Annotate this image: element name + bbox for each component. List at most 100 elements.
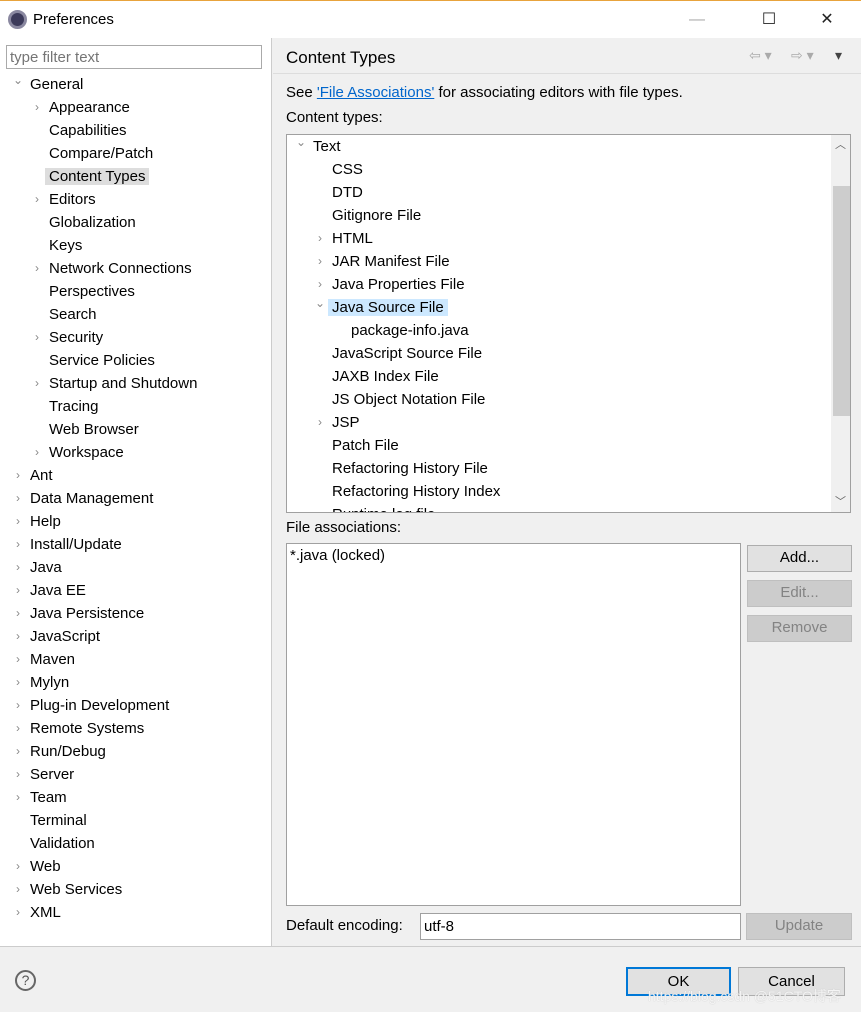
tree-item[interactable]: › Help [16, 510, 61, 533]
tree-item[interactable]: › Data Management [16, 487, 153, 510]
chevron-right-icon[interactable]: › [12, 533, 24, 556]
back-arrow-icon[interactable]: ⇦ ▾ [749, 47, 772, 64]
tree-item[interactable]: › HTML [318, 227, 373, 250]
chevron-right-icon[interactable]: › [31, 188, 43, 211]
tree-item[interactable]: › Maven [16, 648, 75, 671]
tree-item[interactable]: Perspectives [49, 280, 135, 303]
scrollbar-thumb[interactable] [833, 186, 850, 416]
chevron-down-icon[interactable]: ⌄ [295, 135, 307, 154]
chevron-right-icon[interactable]: › [12, 602, 24, 625]
tree-item[interactable]: ⌄ Text [296, 135, 341, 158]
tree-item[interactable]: › Server [16, 763, 74, 786]
tree-item[interactable]: › Java Properties File [318, 273, 465, 296]
chevron-right-icon[interactable]: › [12, 901, 24, 924]
tree-item[interactable]: Content Types [45, 165, 150, 188]
chevron-right-icon[interactable]: › [12, 763, 24, 786]
tree-item[interactable]: DTD [332, 181, 363, 204]
tree-item[interactable]: › Startup and Shutdown [35, 372, 197, 395]
tree-item[interactable]: › Run/Debug [16, 740, 106, 763]
close-button[interactable]: ✕ [804, 5, 850, 35]
tree-item[interactable]: › Java EE [16, 579, 86, 602]
tree-item[interactable]: ⌄ Java Source File [315, 296, 448, 319]
filter-input[interactable] [6, 45, 262, 69]
tree-item[interactable]: › JAR Manifest File [318, 250, 450, 273]
tree-item[interactable]: › Security [35, 326, 103, 349]
tree-item[interactable]: › Appearance [35, 96, 130, 119]
scroll-up-icon[interactable]: ︿ [831, 135, 850, 155]
tree-item[interactable]: › JavaScript [16, 625, 100, 648]
tree-item[interactable]: CSS [332, 158, 363, 181]
tree-item[interactable]: Validation [30, 832, 95, 855]
chevron-right-icon[interactable]: › [31, 96, 43, 119]
chevron-right-icon[interactable]: › [31, 257, 43, 280]
chevron-right-icon[interactable]: › [12, 487, 24, 510]
tree-item[interactable]: › Editors [35, 188, 96, 211]
tree-item[interactable]: JavaScript Source File [332, 342, 482, 365]
chevron-right-icon[interactable]: › [31, 372, 43, 395]
tree-item[interactable]: Patch File [332, 434, 399, 457]
tree-item[interactable]: › Workspace [35, 441, 124, 464]
edit-button[interactable]: Edit... [747, 580, 852, 607]
tree-item[interactable]: JS Object Notation File [332, 388, 485, 411]
forward-arrow-icon[interactable]: ⇨ ▾ [791, 47, 814, 64]
chevron-right-icon[interactable]: › [12, 579, 24, 602]
tree-item[interactable]: Globalization [49, 211, 136, 234]
chevron-right-icon[interactable]: › [12, 556, 24, 579]
tree-item[interactable]: Search [49, 303, 97, 326]
maximize-button[interactable]: ☐ [746, 5, 792, 35]
tree-item[interactable]: › Mylyn [16, 671, 69, 694]
tree-item[interactable]: Capabilities [49, 119, 127, 142]
chevron-right-icon[interactable]: › [31, 441, 43, 464]
tree-item[interactable]: Refactoring History File [332, 457, 488, 480]
tree-item[interactable]: › JSP [318, 411, 360, 434]
chevron-down-icon[interactable]: ⌄ [12, 69, 24, 92]
tree-item[interactable]: JAXB Index File [332, 365, 439, 388]
tree-item[interactable]: › XML [16, 901, 61, 924]
tree-item[interactable]: › Web Services [16, 878, 122, 901]
help-icon[interactable]: ? [15, 970, 36, 991]
chevron-right-icon[interactable]: › [314, 411, 326, 434]
tree-item[interactable]: › Install/Update [16, 533, 122, 556]
tree-item[interactable]: Web Browser [49, 418, 139, 441]
minimize-button[interactable]: — [674, 5, 720, 35]
file-associations-link[interactable]: 'File Associations' [317, 84, 434, 101]
chevron-right-icon[interactable]: › [12, 855, 24, 878]
tree-item[interactable]: Gitignore File [332, 204, 421, 227]
tree-item[interactable]: › Java [16, 556, 62, 579]
tree-item[interactable]: › Team [16, 786, 67, 809]
chevron-right-icon[interactable]: › [12, 648, 24, 671]
tree-item[interactable]: Refactoring History Index [332, 480, 500, 503]
tree-item[interactable]: Tracing [49, 395, 98, 418]
tree-item[interactable]: Compare/Patch [49, 142, 153, 165]
chevron-right-icon[interactable]: › [12, 694, 24, 717]
tree-item[interactable]: › Java Persistence [16, 602, 144, 625]
tree-item[interactable]: Terminal [30, 809, 87, 832]
chevron-right-icon[interactable]: › [314, 250, 326, 273]
tree-item[interactable]: › Web [16, 855, 61, 878]
tree-item[interactable]: package-info.java [351, 319, 469, 342]
add-button[interactable]: Add... [747, 545, 852, 572]
chevron-right-icon[interactable]: › [12, 786, 24, 809]
chevron-right-icon[interactable]: › [12, 740, 24, 763]
chevron-right-icon[interactable]: › [12, 510, 24, 533]
chevron-right-icon[interactable]: › [31, 326, 43, 349]
list-item[interactable]: *.java (locked) [290, 547, 737, 564]
tree-item[interactable]: ⌄ General [13, 73, 83, 96]
update-button[interactable]: Update [746, 913, 852, 940]
tree-item[interactable]: Runtime log file [332, 503, 435, 512]
chevron-right-icon[interactable]: › [12, 625, 24, 648]
tree-item[interactable]: Keys [49, 234, 82, 257]
tree-item[interactable]: › Plug-in Development [16, 694, 169, 717]
menu-chevron-icon[interactable]: ▾ [835, 47, 842, 64]
scrollbar[interactable]: ︿ ﹀ [831, 135, 850, 512]
remove-button[interactable]: Remove [747, 615, 852, 642]
encoding-input[interactable] [420, 913, 741, 940]
tree-item[interactable]: › Ant [16, 464, 53, 487]
tree-item[interactable]: › Network Connections [35, 257, 192, 280]
chevron-right-icon[interactable]: › [12, 671, 24, 694]
chevron-right-icon[interactable]: › [12, 717, 24, 740]
chevron-right-icon[interactable]: › [12, 464, 24, 487]
chevron-down-icon[interactable]: ⌄ [314, 292, 326, 315]
chevron-right-icon[interactable]: › [12, 878, 24, 901]
file-associations-list[interactable]: *.java (locked) [286, 543, 741, 906]
